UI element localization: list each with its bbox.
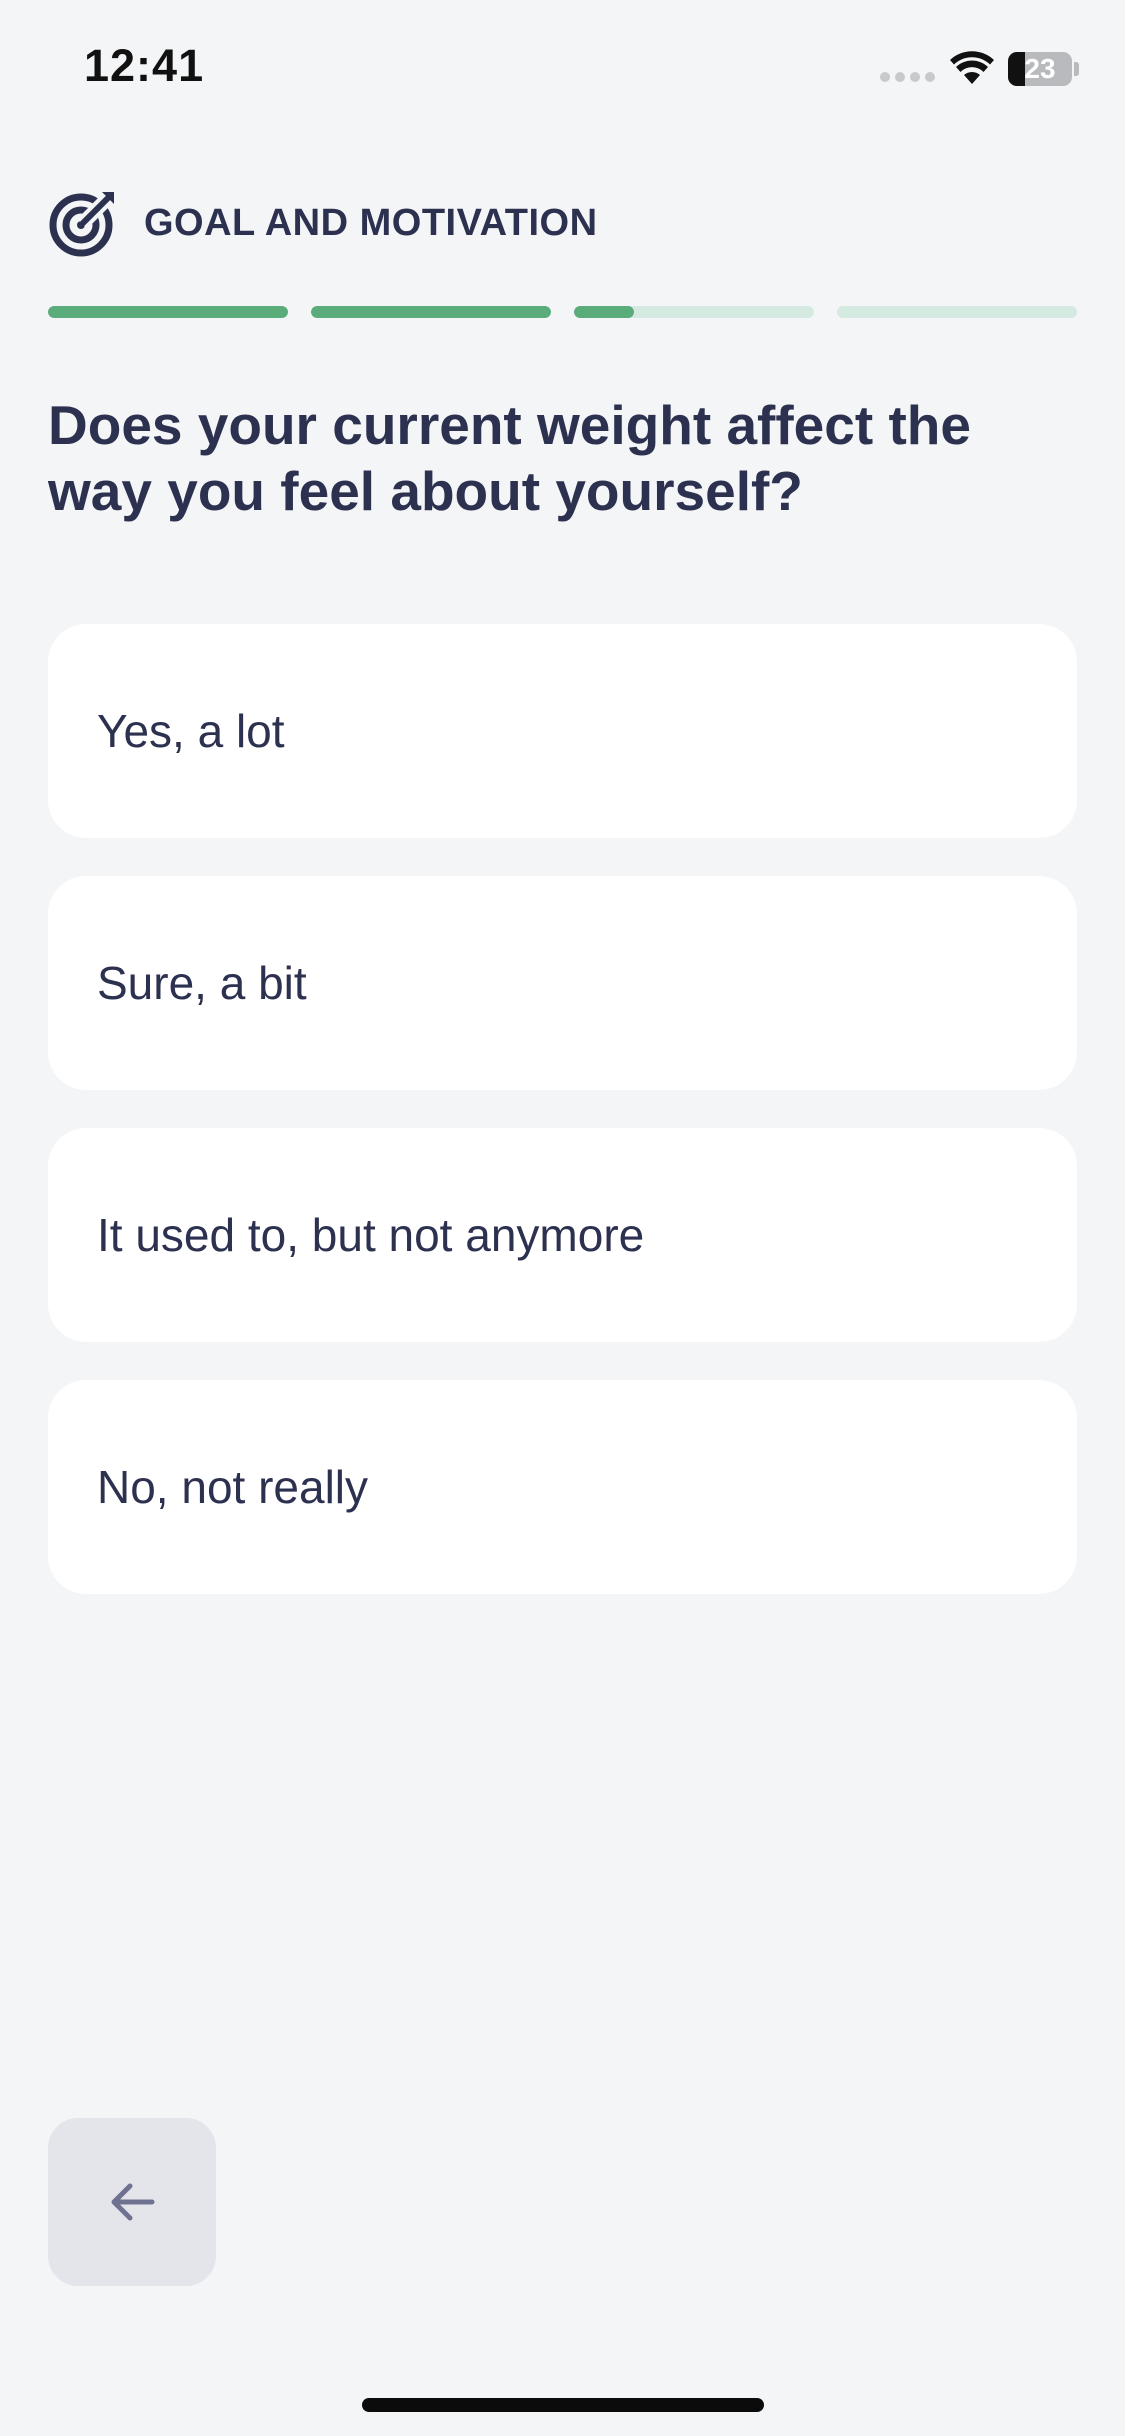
answer-option-used-to[interactable]: It used to, but not anymore [48,1128,1077,1342]
target-icon [49,192,114,257]
cellular-signal-icon [880,72,936,86]
back-button[interactable] [48,2118,216,2286]
home-indicator [362,2398,764,2412]
question-title: Does your current weight affect the way … [48,394,971,522]
progress-segment [574,306,814,318]
answer-option-not-really[interactable]: No, not really [48,1380,1077,1594]
progress-segment [837,306,1077,318]
answer-option-label: Yes, a lot [97,705,285,757]
progress-segment-fill [574,306,634,318]
progress-segment [48,306,288,318]
answer-options: Yes, a lot Sure, a bit It used to, but n… [48,624,1077,1632]
battery-icon: 23 [1008,52,1072,86]
answer-option-yes-a-lot[interactable]: Yes, a lot [48,624,1077,838]
status-bar: 12:41 23 [0,0,1125,140]
status-time: 12:41 [84,40,205,91]
wifi-icon [950,51,994,84]
answer-option-label: No, not really [97,1461,369,1513]
section-header: GOAL AND MOTIVATION [48,188,948,258]
section-title: GOAL AND MOTIVATION [144,202,598,244]
progress-segment-fill [311,306,551,318]
progress-segment [311,306,551,318]
progress-segment-fill [48,306,288,318]
answer-option-label: It used to, but not anymore [97,1209,645,1261]
answer-option-sure-a-bit[interactable]: Sure, a bit [48,876,1077,1090]
battery-level: 23 [1024,53,1056,84]
arrow-left-icon [111,2183,155,2221]
progress-bar [48,306,1077,318]
answer-option-label: Sure, a bit [97,957,307,1009]
